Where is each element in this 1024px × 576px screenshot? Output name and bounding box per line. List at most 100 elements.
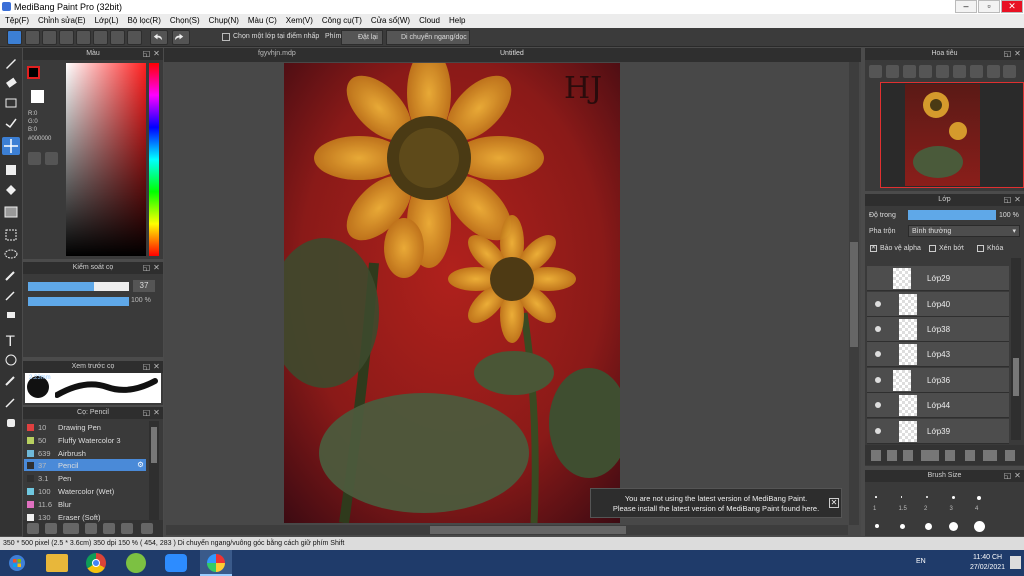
primary-color-swatch[interactable]: [27, 66, 40, 79]
eraser-tool-icon[interactable]: [2, 74, 20, 92]
new-brush-icon[interactable]: [45, 523, 57, 534]
panel-close-icon[interactable]: ✕: [152, 263, 161, 272]
hand-tool-icon[interactable]: [2, 413, 20, 431]
layer-row[interactable]: Lớp43: [867, 342, 1009, 367]
minimize-button[interactable]: –: [955, 0, 977, 13]
move-tool-icon[interactable]: [2, 137, 20, 155]
layer-folder-icon[interactable]: [945, 450, 955, 461]
brush-size-value[interactable]: 37: [133, 280, 155, 292]
artwork-canvas[interactable]: HJ: [284, 63, 620, 523]
layer-menu-icon[interactable]: [921, 450, 939, 461]
menu-help[interactable]: Help: [444, 14, 469, 25]
rotate-reset-icon[interactable]: [969, 65, 983, 78]
layer-visibility-icon[interactable]: [875, 301, 881, 307]
zoom-in-alt-icon[interactable]: [885, 65, 899, 78]
select-pen-icon[interactable]: [2, 286, 20, 304]
select-layer-checkbox[interactable]: [222, 33, 230, 41]
layer-row[interactable]: Lớp40: [867, 292, 1009, 317]
panel-close-icon[interactable]: ✕: [152, 408, 161, 417]
brush-row[interactable]: 639 Airbrush: [24, 447, 146, 459]
cloud-icon[interactable]: [7, 30, 22, 45]
brush-size-preset[interactable]: [875, 524, 879, 528]
brush-row[interactable]: 100 Watercolor (Wet): [24, 485, 146, 497]
brush-folder-alt-icon[interactable]: [103, 523, 115, 534]
menu-snap[interactable]: Chụp(N): [204, 14, 243, 25]
layer-row[interactable]: Lớp29: [867, 266, 1009, 291]
fit-icon[interactable]: [902, 65, 916, 78]
open-icon[interactable]: [93, 30, 108, 45]
hue-slider[interactable]: [149, 63, 159, 256]
brush-list-scrollbar[interactable]: [149, 421, 159, 521]
zoom-in-icon[interactable]: [869, 65, 882, 78]
note-icon[interactable]: [59, 30, 74, 45]
brush-settings-icon[interactable]: ⚙: [137, 460, 144, 469]
brush-size-preset[interactable]: [875, 496, 877, 498]
layers-scrollbar[interactable]: [1011, 258, 1021, 440]
merge-layer-icon[interactable]: [983, 450, 997, 461]
bucket-tool-icon[interactable]: [2, 182, 20, 200]
new-8bit-layer-icon[interactable]: [903, 450, 913, 461]
delete-brush-icon[interactable]: [141, 523, 153, 534]
brush-row[interactable]: 10 Drawing Pen: [24, 421, 146, 433]
layer-visibility-icon[interactable]: [875, 326, 881, 332]
layer-visibility-icon[interactable]: [875, 428, 881, 434]
panel-close-icon[interactable]: ✕: [152, 362, 161, 371]
brush-opacity-slider[interactable]: [28, 297, 129, 306]
brush-size-preset[interactable]: [949, 521, 958, 531]
menu-file[interactable]: Tệp(F): [0, 14, 33, 25]
brush-folder-icon[interactable]: [85, 523, 97, 534]
palette-alt-icon[interactable]: [45, 152, 58, 165]
layer-visibility-icon[interactable]: [875, 351, 881, 357]
panel-float-icon[interactable]: ◱: [142, 408, 151, 417]
menu-cloud[interactable]: Cloud: [414, 14, 444, 25]
flip-icon[interactable]: [1003, 65, 1017, 78]
layer-icon[interactable]: [76, 30, 91, 45]
panel-float-icon[interactable]: ◱: [142, 362, 151, 371]
saturation-value-picker[interactable]: [66, 63, 146, 256]
redo-icon[interactable]: [172, 30, 190, 45]
panel-float-icon[interactable]: ◱: [1003, 195, 1012, 204]
chrome-icon[interactable]: [86, 553, 106, 573]
menu-window[interactable]: Cửa sổ(W): [366, 14, 414, 25]
brush-icon[interactable]: [110, 30, 125, 45]
new-layer-icon[interactable]: [871, 450, 881, 461]
brush-size-preset[interactable]: [924, 522, 932, 530]
canvas-horizontal-scrollbar[interactable]: [166, 525, 848, 535]
brush-size-preset[interactable]: [900, 523, 905, 529]
duplicate-layer-icon[interactable]: [965, 450, 975, 461]
close-button[interactable]: ✕: [1001, 0, 1023, 13]
layer-row[interactable]: Lớp44: [867, 393, 1009, 418]
menu-color[interactable]: Màu (C): [243, 14, 281, 25]
brush-menu-icon[interactable]: [63, 523, 79, 534]
lock-checkbox[interactable]: [977, 245, 984, 252]
select-eraser-icon[interactable]: [2, 306, 20, 324]
file-explorer-icon[interactable]: [46, 554, 68, 572]
brush-row[interactable]: 37 Pencil ⚙: [24, 459, 146, 472]
zoom-out-icon[interactable]: [919, 65, 933, 78]
fill-rect-tool-icon[interactable]: [2, 161, 20, 179]
operation-tool-icon[interactable]: [2, 351, 20, 369]
layer-row[interactable]: Lớp38: [867, 317, 1009, 342]
brush-size-preset[interactable]: [951, 496, 955, 499]
brush-size-preset[interactable]: [977, 496, 981, 500]
panel-float-icon[interactable]: ◱: [142, 263, 151, 272]
magic-wand-icon[interactable]: [2, 266, 20, 284]
lasso-tool-icon[interactable]: [2, 246, 20, 264]
secondary-color-swatch[interactable]: [31, 90, 44, 103]
eyedropper-icon[interactable]: [2, 393, 20, 411]
canvas-vertical-scrollbar[interactable]: [849, 62, 859, 525]
panel-close-icon[interactable]: ✕: [1013, 471, 1022, 480]
rotate-left-icon[interactable]: [953, 65, 966, 78]
menu-layer[interactable]: Lớp(L): [90, 14, 123, 25]
zoom-icon[interactable]: [165, 554, 187, 572]
panel-close-icon[interactable]: ✕: [1013, 49, 1022, 58]
brush-size-preset[interactable]: [900, 496, 902, 498]
dropper-tool-icon[interactable]: [2, 371, 20, 389]
tab-untitled[interactable]: Untitled: [500, 50, 524, 57]
menu-view[interactable]: Xem(V): [281, 14, 317, 25]
menu-select[interactable]: Chọn(S): [165, 14, 204, 25]
undo-icon[interactable]: [150, 30, 168, 45]
fullscreen-icon[interactable]: [936, 65, 950, 78]
reset-button[interactable]: Đặt lại: [341, 30, 383, 45]
panel-float-icon[interactable]: ◱: [142, 49, 151, 58]
